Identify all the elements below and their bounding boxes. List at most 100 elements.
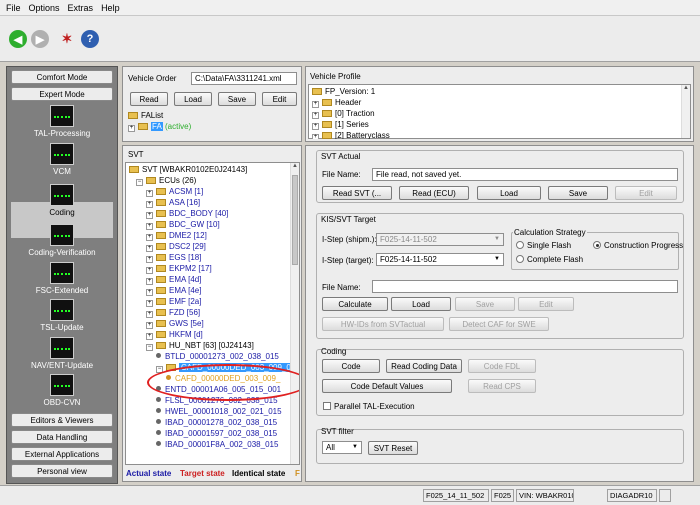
ecu-node[interactable]: + DSC2 [29] — [146, 242, 206, 252]
module-dot-icon — [156, 353, 161, 358]
nav-tal-processing[interactable]: TAL-Processing — [7, 105, 117, 138]
kis-file-name-field[interactable] — [372, 280, 678, 293]
ecu-node[interactable]: + ACSM [1] — [146, 187, 203, 197]
sa-load-button[interactable]: Load — [477, 186, 541, 200]
help-icon[interactable]: ? — [81, 30, 99, 48]
vehicle-order-path-field[interactable]: C:\Data\FA\3311241.xml — [191, 72, 297, 85]
expand-icon: + — [312, 112, 319, 119]
istep-shipm-select[interactable]: F025-14-11-502 ▼ — [376, 233, 504, 246]
kis-load-button[interactable]: Load — [391, 297, 451, 311]
back-icon[interactable]: ◀ — [9, 30, 27, 48]
menu-help[interactable]: Help — [101, 3, 120, 13]
expand-icon: + — [146, 212, 153, 219]
batteryclass-node[interactable]: + [2] Batteryclass — [312, 131, 390, 139]
read-ecu-button[interactable]: Read (ECU) — [399, 186, 469, 200]
hw-ids-button[interactable]: HW-IDs from SVTactual — [322, 317, 444, 331]
ecu-node[interactable]: + EKPM2 [17] — [146, 264, 212, 274]
svt-reset-button[interactable]: SVT Reset — [368, 441, 418, 455]
fp-version-node[interactable]: FP_Version: 1 — [312, 87, 375, 96]
ecu-node[interactable]: + ASA [16] — [146, 198, 200, 208]
header-node[interactable]: + Header — [312, 98, 361, 108]
ecu-node[interactable]: + FZD [56] — [146, 308, 200, 318]
scroll-up-icon[interactable]: ▲ — [291, 163, 299, 169]
single-flash-radio[interactable]: Single Flash — [516, 241, 571, 250]
sa-file-name-field[interactable]: File read, not saved yet. — [372, 168, 678, 181]
nav-vcm[interactable]: VCM — [7, 143, 117, 176]
kis-edit-button[interactable]: Edit — [518, 297, 574, 311]
external-applications-button[interactable]: External Applications — [11, 447, 113, 461]
hu-sgbm-node[interactable]: IBAD_00001278_002_038_015 — [156, 418, 277, 427]
ecu-node[interactable]: + DME2 [12] — [146, 231, 207, 241]
tree-node-label: DSC2 [29] — [169, 242, 206, 251]
complete-flash-radio[interactable]: Complete Flash — [516, 255, 583, 264]
istep-target-select[interactable]: F025-14-11-502 ▼ — [376, 253, 504, 266]
expand-icon: + — [312, 134, 319, 139]
series-node[interactable]: + [1] Series — [312, 120, 369, 130]
scroll-up-icon[interactable]: ▲ — [682, 85, 690, 91]
expand-icon: + — [146, 267, 153, 274]
vo-save-button[interactable]: Save — [218, 92, 256, 106]
comfort-mode-button[interactable]: Comfort Mode — [11, 70, 113, 84]
vo-edit-button[interactable]: Edit — [262, 92, 297, 106]
read-svt-button[interactable]: Read SVT (... — [322, 186, 392, 200]
code-default-values-button[interactable]: Code Default Values — [322, 379, 452, 393]
ecu-node[interactable]: + EMF [2a] — [146, 297, 201, 307]
ecu-node[interactable]: + BDC_GW [10] — [146, 220, 220, 230]
svt-filter-select[interactable]: All ▼ — [322, 441, 362, 454]
expand-icon: + — [146, 333, 153, 340]
falist-node[interactable]: FAList — [128, 111, 163, 120]
tree-node-label: DME2 [12] — [169, 231, 207, 240]
legend-f: F — [295, 469, 300, 478]
calculate-button[interactable]: Calculate — [322, 297, 388, 311]
code-fdl-button[interactable]: Code FDL — [468, 359, 536, 373]
svt-tree: SVT [WBAKR0102E0J24143] − ECUs (26) + ACSM [… — [125, 162, 300, 465]
kis-save-button[interactable]: Save — [455, 297, 515, 311]
nav-nav-ent-update[interactable]: NAV/ENT-Update — [7, 337, 117, 370]
construction-progress-radio[interactable]: Construction Progress — [593, 241, 683, 250]
traction-node[interactable]: + [0] Traction — [312, 109, 375, 119]
ecu-node[interactable]: + HKFM [d] — [146, 330, 203, 340]
sa-save-button[interactable]: Save — [548, 186, 608, 200]
personal-view-button[interactable]: Personal view — [11, 464, 113, 478]
ecu-node[interactable]: + GWS [5e] — [146, 319, 204, 329]
menu-extras[interactable]: Extras — [68, 3, 94, 13]
code-button[interactable]: Code — [322, 359, 380, 373]
tree-node-label: EMA [4d] — [169, 275, 202, 284]
ecu-node[interactable]: + EGS [18] — [146, 253, 201, 263]
nav-obd-cvn[interactable]: OBD-CVN — [7, 374, 117, 407]
read-coding-data-button[interactable]: Read Coding Data — [386, 359, 462, 373]
ecu-node[interactable]: + BDC_BODY [40] — [146, 209, 228, 219]
ecus-node[interactable]: − ECUs (26) — [136, 176, 196, 186]
svt-actual-label: SVT Actual — [321, 152, 361, 161]
svt-scrollbar[interactable]: ▲ — [290, 163, 299, 464]
hu-sgbm-node[interactable]: IBAD_00001F8A_002_038_015 — [156, 440, 278, 449]
hu-sgbm-node[interactable]: IBAD_00001597_002_038_015 — [156, 429, 277, 438]
coding-right-panel: SVT Actual File Name: File read, not sav… — [305, 145, 694, 482]
hu-sgbm-node[interactable]: HWEL_00001018_002_021_015 — [156, 407, 282, 416]
menu-file[interactable]: File — [6, 3, 21, 13]
fa-active-node[interactable]: + FA (active) — [128, 122, 191, 132]
forward-icon[interactable]: ▶ — [31, 30, 49, 48]
vo-read-button[interactable]: Read — [130, 92, 168, 106]
nav-coding[interactable]: Coding — [7, 184, 117, 217]
sa-edit-button[interactable]: Edit — [615, 186, 677, 200]
nav-tsl-update[interactable]: TSL-Update — [7, 299, 117, 332]
parallel-tal-checkbox[interactable]: Parallel TAL-Execution — [323, 402, 415, 411]
menu-options[interactable]: Options — [29, 3, 60, 13]
scroll-thumb[interactable] — [292, 175, 298, 265]
vehicle-profile-scrollbar[interactable]: ▲ — [681, 85, 690, 138]
hu-sgbm-node[interactable]: BTLD_00001273_002_038_015 — [156, 352, 279, 361]
nav-fsc-extended[interactable]: FSC-Extended — [7, 262, 117, 295]
detect-caf-button[interactable]: Detect CAF for SWE — [449, 317, 549, 331]
svt-root-node[interactable]: SVT [WBAKR0102E0J24143] — [129, 165, 247, 174]
connection-icon[interactable]: ✶ — [58, 30, 76, 48]
ecu-node[interactable]: + EMA [4e] — [146, 286, 201, 296]
nav-coding-verification[interactable]: Coding-Verification — [7, 224, 117, 257]
editors-viewers-button[interactable]: Editors & Viewers — [11, 413, 113, 427]
data-handling-button[interactable]: Data Handling — [11, 430, 113, 444]
expert-mode-button[interactable]: Expert Mode — [11, 87, 113, 101]
vo-load-button[interactable]: Load — [174, 92, 212, 106]
hu-nbt-node[interactable]: − HU_NBT [63] [0J24143] — [146, 341, 254, 351]
ecu-node[interactable]: + EMA [4d] — [146, 275, 201, 285]
read-cps-button[interactable]: Read CPS — [468, 379, 536, 393]
